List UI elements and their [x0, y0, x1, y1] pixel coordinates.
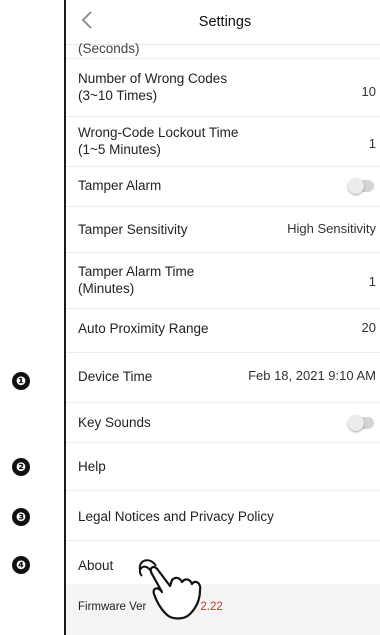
lockout-time-label: Wrong-Code Lockout Time (1~5 Minutes)	[78, 124, 238, 158]
callout-marker-1: ❶	[12, 372, 30, 390]
lockout-time-line2: (1~5 Minutes)	[78, 142, 161, 157]
tamper-sensitivity-label: Tamper Sensitivity	[78, 222, 188, 237]
header-bar: Settings	[66, 0, 380, 45]
phone-screen: Settings (Seconds) Number of Wrong Codes…	[64, 0, 380, 635]
about-label: About	[78, 558, 114, 573]
partial-row-label: (Seconds)	[78, 41, 140, 56]
toggle-knob	[348, 178, 364, 194]
setting-wrong-codes[interactable]: Number of Wrong Codes (3~10 Times) 10	[66, 58, 380, 117]
auto-proximity-label: Auto Proximity Range	[78, 321, 209, 336]
setting-tamper-alarm: Tamper Alarm	[66, 166, 380, 207]
callout-marker-3: ❸	[12, 508, 30, 526]
wrong-codes-line1: Number of Wrong Codes	[78, 71, 228, 86]
tamper-sensitivity-value: High Sensitivity	[287, 221, 376, 236]
setting-device-time[interactable]: Device Time Feb 18, 2021 9:10 AM	[66, 352, 380, 403]
setting-legal-notices[interactable]: Legal Notices and Privacy Policy	[66, 490, 380, 541]
setting-key-sounds: Key Sounds	[66, 402, 380, 443]
page-title: Settings	[198, 14, 252, 30]
key-sounds-label: Key Sounds	[78, 415, 151, 430]
wrong-codes-label: Number of Wrong Codes (3~10 Times)	[78, 70, 227, 104]
auto-proximity-value: 20	[361, 320, 376, 335]
tamper-alarm-time-label: Tamper Alarm Time (Minutes)	[78, 263, 194, 297]
list-item-partial: (Seconds)	[66, 41, 380, 59]
toggle-knob	[348, 415, 364, 431]
lockout-time-line1: Wrong-Code Lockout Time	[78, 125, 239, 140]
setting-tamper-sensitivity[interactable]: Tamper Sensitivity High Sensitivity	[66, 206, 380, 253]
callout-marker-4: ❹	[12, 556, 30, 574]
tap-hand-icon	[138, 559, 202, 620]
setting-auto-proximity[interactable]: Auto Proximity Range 20	[66, 308, 380, 353]
device-time-label: Device Time	[78, 369, 153, 384]
help-label: Help	[78, 459, 106, 474]
device-time-value: Feb 18, 2021 9:10 AM	[248, 368, 376, 383]
lockout-time-value: 1	[368, 136, 376, 151]
back-chevron-icon[interactable]	[80, 10, 100, 34]
setting-tamper-alarm-time[interactable]: Tamper Alarm Time (Minutes) 1	[66, 252, 380, 309]
tamper-alarm-time-value: 1	[368, 274, 376, 289]
tamper-alarm-label: Tamper Alarm	[78, 178, 162, 193]
firmware-footer: Firmware Ver 2.22	[66, 584, 380, 635]
tamper-alarm-time-line2: (Minutes)	[78, 281, 135, 296]
setting-lockout-time[interactable]: Wrong-Code Lockout Time (1~5 Minutes) 1	[66, 116, 380, 167]
wrong-codes-value: 10	[361, 84, 376, 99]
tamper-alarm-time-line1: Tamper Alarm Time	[78, 264, 195, 279]
setting-about[interactable]: About	[66, 540, 380, 585]
callout-marker-2: ❷	[12, 458, 30, 476]
tamper-alarm-toggle[interactable]	[348, 178, 374, 194]
key-sounds-toggle[interactable]	[348, 415, 374, 431]
chevron-left-icon	[81, 11, 92, 29]
setting-help[interactable]: Help	[66, 442, 380, 491]
wrong-codes-line2: (3~10 Times)	[78, 88, 158, 103]
legal-label: Legal Notices and Privacy Policy	[78, 509, 274, 524]
